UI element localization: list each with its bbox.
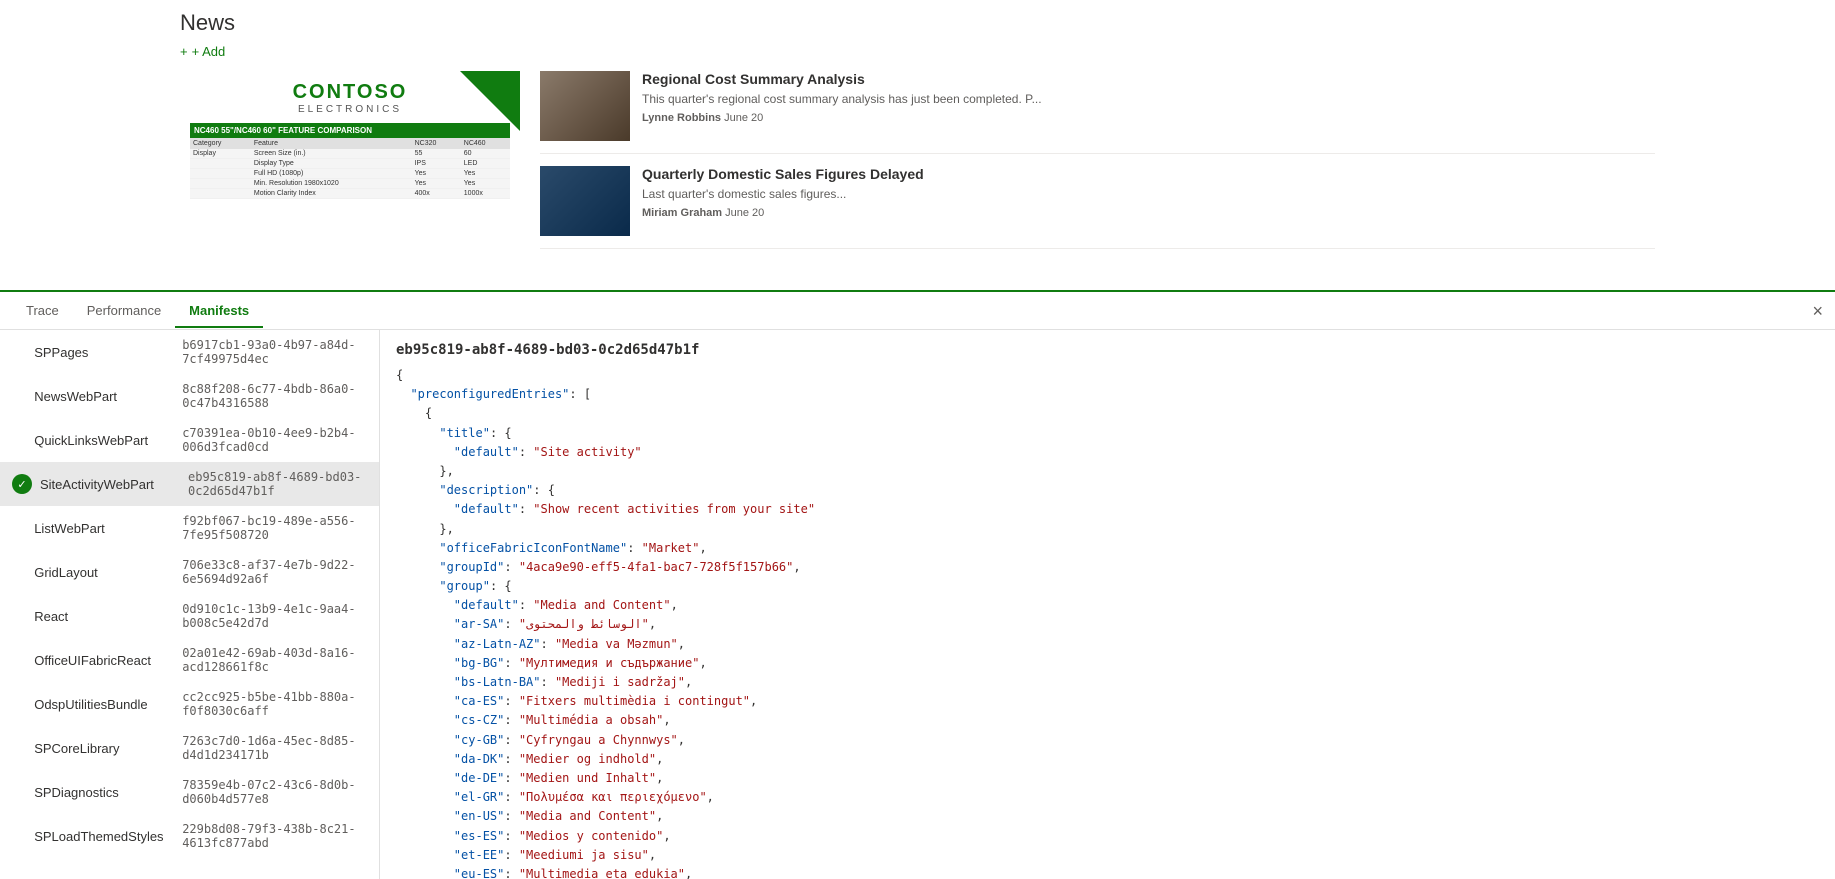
manifest-name: SPCoreLibrary	[34, 741, 174, 756]
manifest-item-sploadthemedstyles[interactable]: SPLoadThemedStyles 229b8d08-79f3-438b-8c2…	[0, 814, 379, 858]
manifest-name: GridLayout	[34, 565, 174, 580]
manifest-item-spdiagnostics[interactable]: SPDiagnostics 78359e4b-07c2-43c6-8d0b-d06…	[0, 770, 379, 814]
news-item-1[interactable]: Regional Cost Summary Analysis This quar…	[540, 71, 1655, 154]
page-title: News	[180, 10, 1655, 36]
tab-manifests[interactable]: Manifests	[175, 295, 263, 328]
news-text-1: Regional Cost Summary Analysis This quar…	[642, 71, 1042, 141]
news-items: Regional Cost Summary Analysis This quar…	[540, 71, 1655, 271]
tab-performance[interactable]: Performance	[73, 295, 175, 328]
news-item-2[interactable]: Quarterly Domestic Sales Figures Delayed…	[540, 166, 1655, 249]
manifest-name: QuickLinksWebPart	[34, 433, 174, 448]
manifest-item-sppages[interactable]: SPPages b6917cb1-93a0-4b97-a84d-7cf49975d…	[0, 330, 379, 374]
add-icon: +	[180, 44, 188, 59]
json-viewer: eb95c819-ab8f-4689-bd03-0c2d65d47b1f { "…	[380, 330, 1835, 879]
manifest-name: SPLoadThemedStyles	[34, 829, 174, 844]
add-button[interactable]: + + Add	[180, 44, 1655, 59]
manifest-id: 706e33c8-af37-4e7b-9d22-6e5694d92a6f	[182, 558, 367, 586]
add-label: + Add	[192, 44, 226, 59]
manifest-item-listwebpart[interactable]: ListWebPart f92bf067-bc19-489e-a556-7fe95…	[0, 506, 379, 550]
manifest-item-react[interactable]: React 0d910c1c-13b9-4e1c-9aa4-b008c5e42d7…	[0, 594, 379, 638]
manifest-id: 7263c7d0-1d6a-45ec-8d85-d4d1d234171b	[182, 734, 367, 762]
manifest-list: SPPages b6917cb1-93a0-4b97-a84d-7cf49975d…	[0, 330, 380, 879]
dev-tabs: Trace Performance Manifests ×	[0, 292, 1835, 330]
manifest-name: OfficeUIFabricReact	[34, 653, 174, 668]
manifest-item-quicklinkswebpart[interactable]: QuickLinksWebPart c70391ea-0b10-4ee9-b2b4…	[0, 418, 379, 462]
news-text-2: Quarterly Domestic Sales Figures Delayed…	[642, 166, 924, 236]
manifest-name: ListWebPart	[34, 521, 174, 536]
news-excerpt-2: Last quarter's domestic sales figures...	[642, 186, 924, 203]
news-content: CONTOSO ELECTRONICS NC460 55"/NC460 60" …	[180, 71, 1655, 271]
manifest-item-newswebpart[interactable]: NewsWebPart 8c88f208-6c77-4bdb-86a0-0c47b…	[0, 374, 379, 418]
news-meta-2: Miriam Graham June 20	[642, 207, 924, 219]
manifest-id: 02a01e42-69ab-403d-8a16-acd128661f8c	[182, 646, 367, 674]
top-area: News + + Add CONTOSO ELECTRONICS NC460 5…	[0, 0, 1835, 290]
manifest-item-officeuifabricreact[interactable]: OfficeUIFabricReact 02a01e42-69ab-403d-8a…	[0, 638, 379, 682]
news-title-1: Regional Cost Summary Analysis	[642, 71, 1042, 87]
json-content: { "preconfiguredEntries": [ { "title": {…	[396, 366, 1819, 879]
manifest-name: NewsWebPart	[34, 389, 174, 404]
manifest-item-spcorelibrary[interactable]: SPCoreLibrary 7263c7d0-1d6a-45ec-8d85-d4d…	[0, 726, 379, 770]
manifest-id: 78359e4b-07c2-43c6-8d0b-d060b4d577e8	[182, 778, 367, 806]
json-header: eb95c819-ab8f-4689-bd03-0c2d65d47b1f	[396, 342, 1819, 358]
news-excerpt-1: This quarter's regional cost summary ana…	[642, 91, 1042, 108]
news-card-large[interactable]: CONTOSO ELECTRONICS NC460 55"/NC460 60" …	[180, 71, 520, 271]
manifest-id: cc2cc925-b5be-41bb-880a-f0f8030c6aff	[182, 690, 367, 718]
news-thumb-2	[540, 166, 630, 236]
manifest-check-icon: ✓	[12, 474, 32, 494]
contoso-table: CategoryFeatureNC320NC460 DisplayScreen …	[190, 138, 510, 199]
manifest-name: SiteActivityWebPart	[40, 477, 180, 492]
news-meta-1: Lynne Robbins June 20	[642, 112, 1042, 124]
manifest-name: SPPages	[34, 345, 174, 360]
manifest-id: 8c88f208-6c77-4bdb-86a0-0c47b4316588	[182, 382, 367, 410]
news-title-2: Quarterly Domestic Sales Figures Delayed	[642, 166, 924, 182]
manifest-id: 229b8d08-79f3-438b-8c21-4613fc877abd	[182, 822, 367, 850]
tab-trace[interactable]: Trace	[12, 295, 73, 328]
manifest-name: OdspUtilitiesBundle	[34, 697, 174, 712]
contoso-logo: CONTOSO	[293, 81, 408, 104]
close-button[interactable]: ×	[1812, 302, 1823, 320]
manifest-id: b6917cb1-93a0-4b97-a84d-7cf49975d4ec	[182, 338, 367, 366]
manifest-name: React	[34, 609, 174, 624]
manifest-item-siteactivitywebpart[interactable]: ✓ SiteActivityWebPart eb95c819-ab8f-4689-b…	[0, 462, 379, 506]
news-thumb-1	[540, 71, 630, 141]
manifest-id: 0d910c1c-13b9-4e1c-9aa4-b008c5e42d7d	[182, 602, 367, 630]
manifest-item-odsputilitiesbundle[interactable]: OdspUtilitiesBundle cc2cc925-b5be-41bb-88…	[0, 682, 379, 726]
manifest-item-gridlayout[interactable]: GridLayout 706e33c8-af37-4e7b-9d22-6e5694…	[0, 550, 379, 594]
contoso-sub: ELECTRONICS	[298, 104, 402, 115]
dev-panel: Trace Performance Manifests × SPPages b69…	[0, 290, 1835, 879]
manifest-id: f92bf067-bc19-489e-a556-7fe95f508720	[182, 514, 367, 542]
manifest-id: c70391ea-0b10-4ee9-b2b4-006d3fcad0cd	[182, 426, 367, 454]
manifest-id: eb95c819-ab8f-4689-bd03-0c2d65d47b1f	[188, 470, 367, 498]
manifest-name: SPDiagnostics	[34, 785, 174, 800]
dev-body: SPPages b6917cb1-93a0-4b97-a84d-7cf49975d…	[0, 330, 1835, 879]
